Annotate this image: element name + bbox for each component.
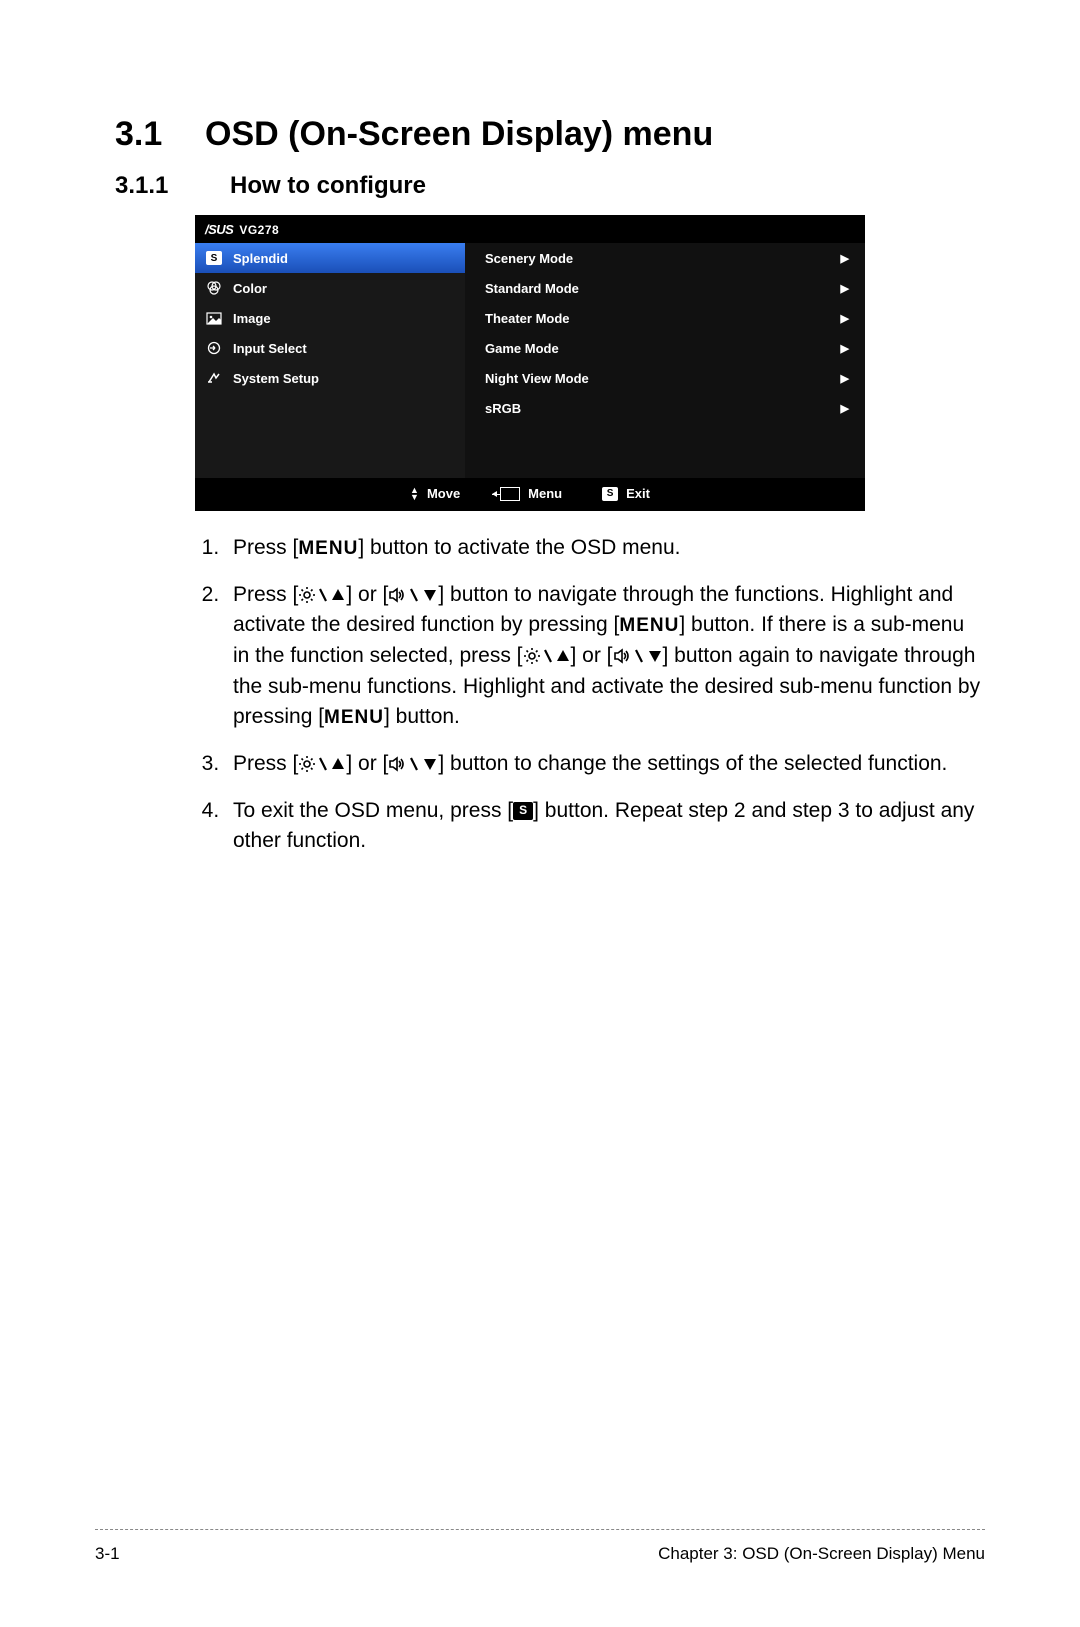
osd-left-label: Image: [233, 311, 271, 326]
menu-button-icon: MENU: [619, 612, 679, 640]
volume-down-icon: [388, 586, 438, 604]
page-number: 3-1: [95, 1544, 120, 1564]
asus-logo: /SUS: [205, 222, 233, 237]
osd-footer-label: Exit: [626, 486, 650, 501]
subsection-number: 3.1.1: [115, 172, 230, 200]
system-icon: [205, 370, 223, 386]
osd-right-label: Game Mode: [485, 341, 559, 356]
chevron-right-icon: ▶: [841, 372, 849, 385]
osd-left-item-color: Color: [195, 273, 465, 303]
osd-right-label: Scenery Mode: [485, 251, 573, 266]
page-footer: 3-1 Chapter 3: OSD (On-Screen Display) M…: [95, 1529, 985, 1564]
step-text: ] or [: [346, 752, 388, 775]
step-4: To exit the OSD menu, press [S] button. …: [225, 796, 985, 857]
step-text: ] or [: [571, 644, 613, 667]
menu-button-icon: MENU: [324, 704, 384, 732]
section-number: 3.1: [115, 115, 205, 154]
osd-footer-move: ▲▼ Move: [410, 486, 460, 501]
osd-left-label: System Setup: [233, 371, 319, 386]
input-icon: [205, 340, 223, 356]
osd-left-label: Splendid: [233, 251, 288, 266]
osd-right-label: sRGB: [485, 401, 521, 416]
volume-down-icon: [388, 755, 438, 773]
osd-left-item-image: Image: [195, 303, 465, 333]
subsection-heading: 3.1.1How to configure: [115, 172, 985, 200]
step-text: ] button.: [384, 706, 460, 729]
s-button-icon: S: [513, 802, 533, 820]
color-icon: [205, 280, 223, 296]
osd-right-item: Theater Mode ▶: [465, 303, 865, 333]
osd-model: VG278: [239, 223, 279, 237]
osd-right-menu: Scenery Mode ▶ Standard Mode ▶ Theater Mod…: [465, 243, 865, 478]
osd-right-item: Scenery Mode ▶: [465, 243, 865, 273]
chevron-right-icon: ▶: [841, 342, 849, 355]
osd-right-item: Standard Mode ▶: [465, 273, 865, 303]
osd-left-item-input: Input Select: [195, 333, 465, 363]
section-title-text: OSD (On-Screen Display) menu: [205, 115, 713, 153]
subsection-title-text: How to configure: [230, 172, 426, 199]
osd-footer-menu: Menu: [500, 486, 562, 501]
osd-right-item: sRGB ▶: [465, 393, 865, 423]
chevron-right-icon: ▶: [841, 282, 849, 295]
step-3: Press [ ] or [ ] button to change the sett…: [225, 749, 985, 780]
menu-enter-icon: [500, 487, 520, 501]
brightness-up-icon: [298, 586, 346, 604]
osd-left-label: Input Select: [233, 341, 307, 356]
osd-right-item: Night View Mode ▶: [465, 363, 865, 393]
chevron-right-icon: ▶: [841, 402, 849, 415]
osd-left-item-splendid: S Splendid: [195, 243, 465, 273]
menu-button-icon: MENU: [298, 535, 358, 563]
osd-left-label: Color: [233, 281, 267, 296]
osd-right-label: Night View Mode: [485, 371, 589, 386]
osd-body: S Splendid Color Image: [195, 243, 865, 478]
osd-right-item: Game Mode ▶: [465, 333, 865, 363]
step-text: ] button to change the settings of the s…: [438, 752, 947, 775]
osd-footer: ▲▼ Move Menu S Exit: [195, 478, 865, 511]
volume-down-icon: [613, 647, 663, 665]
image-icon: [205, 310, 223, 326]
osd-right-label: Theater Mode: [485, 311, 570, 326]
instruction-list: Press [MENU] button to activate the OSD …: [190, 533, 985, 857]
section-heading: 3.1OSD (On-Screen Display) menu: [115, 115, 985, 154]
chevron-right-icon: ▶: [841, 312, 849, 325]
step-text: Press [: [233, 536, 298, 559]
osd-screenshot: /SUS VG278 S Splendid Color: [195, 215, 865, 511]
osd-left-item-system: System Setup: [195, 363, 465, 393]
brightness-up-icon: [523, 647, 571, 665]
osd-right-label: Standard Mode: [485, 281, 579, 296]
brightness-up-icon: [298, 755, 346, 773]
osd-footer-label: Move: [427, 486, 460, 501]
step-text: To exit the OSD menu, press [: [233, 799, 513, 822]
step-text: ] button to activate the OSD menu.: [358, 536, 680, 559]
step-text: Press [: [233, 583, 298, 606]
chapter-label: Chapter 3: OSD (On-Screen Display) Menu: [658, 1544, 985, 1564]
osd-footer-exit: S Exit: [602, 486, 650, 501]
chevron-right-icon: ▶: [841, 252, 849, 265]
osd-header: /SUS VG278: [195, 215, 865, 243]
step-2: Press [] or [] button to navigate throug…: [225, 580, 985, 733]
osd-left-menu: S Splendid Color Image: [195, 243, 465, 478]
step-1: Press [MENU] button to activate the OSD …: [225, 533, 985, 564]
step-text: Press [: [233, 752, 298, 775]
osd-footer-label: Menu: [528, 486, 562, 501]
step-text: ] or [: [346, 583, 388, 606]
s-badge-icon: S: [205, 250, 223, 266]
s-badge-icon: S: [602, 487, 618, 501]
updown-icon: ▲▼: [410, 487, 419, 501]
